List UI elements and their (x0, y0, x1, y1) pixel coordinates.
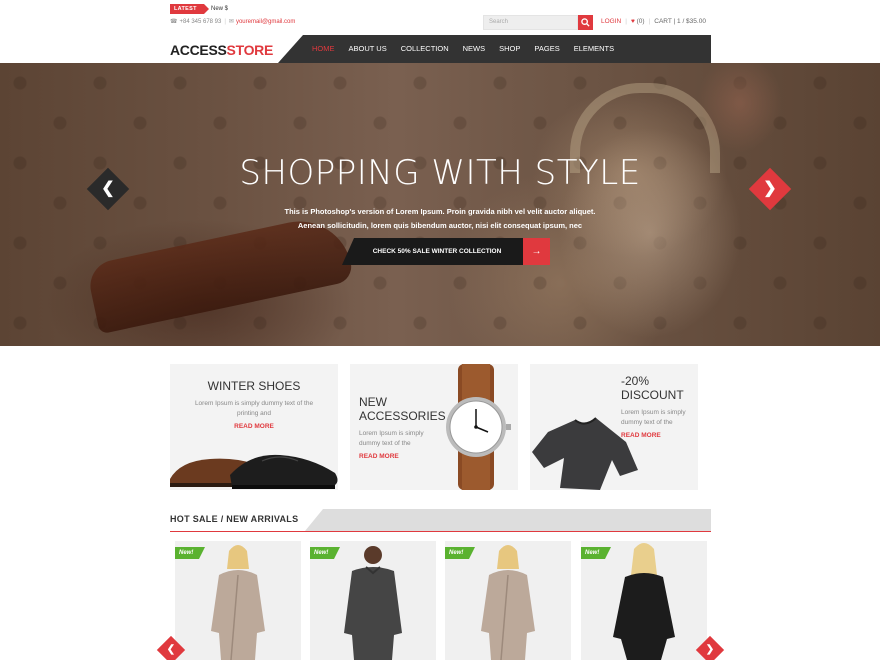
tshirt-image (532, 417, 638, 490)
login-link[interactable]: LOGIN (601, 18, 621, 25)
promo-title: NEW ACCESSORIES (359, 395, 446, 423)
product-image (613, 543, 675, 660)
nav-elements[interactable]: ELEMENTS (574, 35, 614, 63)
promo-winter-shoes[interactable]: WINTER SHOES Lorem Ipsum is simply dummy… (170, 364, 338, 490)
new-badge: New! (445, 547, 475, 559)
nav-shop[interactable]: SHOP (499, 35, 520, 63)
page: LATEST New $ ☎ +84 345 678 93 | ✉ youremail@… (0, 0, 880, 660)
product-card[interactable]: New! (445, 541, 571, 660)
promo-discount[interactable]: -20% DISCOUNT Lorem Ipsum is simply dumm… (530, 364, 698, 490)
carousel-prev-button[interactable]: ❮ (156, 635, 186, 660)
account-links: LOGIN | ♥ (0) | CART | 1 / $35.00 (601, 18, 706, 26)
hero-subtitle-line2: Aenean sollicitudin, lorem quis bibendum… (297, 221, 583, 230)
search-button[interactable] (578, 15, 593, 30)
promo-title: WINTER SHOES (207, 379, 301, 393)
divider: | (648, 18, 651, 25)
product-image (344, 546, 402, 660)
section-title[interactable]: HOT SALE / NEW ARRIVALS (170, 514, 298, 524)
divider: | (625, 18, 627, 25)
product-card[interactable]: New! (581, 541, 707, 660)
logo[interactable]: ACCESSSTORE (170, 41, 273, 59)
divider: | (224, 19, 226, 25)
section-title-background (305, 509, 711, 531)
main-nav: HOME ABOUT US COLLECTION NEWS SHOP PAGES… (312, 35, 628, 63)
new-badge: New! (310, 547, 340, 559)
promo-title-line1: -20% (621, 374, 650, 388)
shoes-image (170, 454, 338, 489)
top-bar: LATEST New $ ☎ +84 345 678 93 | ✉ youremail@… (0, 0, 880, 35)
latest-news-ticker[interactable]: New $ (211, 4, 228, 14)
product-image (211, 545, 265, 660)
read-more-link[interactable]: READ MORE (170, 423, 338, 430)
slider-next-button[interactable]: ❯ (748, 167, 792, 211)
phone-number: +84 345 678 93 (179, 19, 222, 25)
cart-link[interactable]: CART | 1 / $35.00 (654, 18, 706, 25)
product-image (481, 545, 535, 660)
heart-icon[interactable]: ♥ (631, 18, 635, 25)
new-badge: New! (175, 547, 205, 559)
hero-subtitle-line1: This is Photoshop's version of Lorem Ips… (284, 207, 596, 216)
promo-title-line2: ACCESSORIES (359, 409, 446, 423)
product-card[interactable]: New! (175, 541, 301, 660)
chevron-left-icon: ❮ (166, 644, 176, 655)
promo-title-line2: DISCOUNT (621, 388, 684, 402)
read-more-link[interactable]: READ MORE (359, 453, 399, 460)
nav-home[interactable]: HOME (312, 35, 335, 63)
nav-news[interactable]: NEWS (463, 35, 486, 63)
product-card[interactable]: New! (310, 541, 436, 660)
nav-pages[interactable]: PAGES (534, 35, 559, 63)
email-link[interactable]: youremail@gmail.com (236, 19, 295, 25)
hero-title: SHOPPING WITH STYLE (239, 153, 641, 193)
carousel-next-button[interactable]: ❯ (695, 635, 725, 660)
logo-store: STORE (226, 42, 274, 58)
chevron-right-icon: ❯ (705, 644, 715, 655)
wishlist-count[interactable]: (0) (637, 18, 645, 25)
logo-access: ACCESS (170, 42, 227, 58)
slider-prev-button[interactable]: ❮ (86, 167, 130, 211)
nav-collection[interactable]: COLLECTION (401, 35, 449, 63)
chevron-right-icon: ❯ (763, 180, 777, 197)
promo-description: Lorem Ipsum is simply dummy text of the (359, 430, 424, 447)
hot-sale-header: HOT SALE / NEW ARRIVALS (170, 509, 711, 532)
promo-new-accessories[interactable]: NEW ACCESSORIES Lorem Ipsum is simply du… (350, 364, 518, 490)
new-badge: New! (581, 547, 611, 559)
contact-info: ☎ +84 345 678 93 | ✉ youremail@gmail.com (170, 18, 295, 26)
nav-about-us[interactable]: ABOUT US (349, 35, 387, 63)
promo-title: -20% DISCOUNT (621, 374, 684, 402)
hero-slider: SHOPPING WITH STYLE This is Photoshop's … (0, 63, 880, 346)
mail-icon: ✉ (228, 19, 234, 25)
watch-image (446, 364, 511, 490)
phone-icon: ☎ (170, 19, 178, 25)
latest-badge: LATEST (170, 4, 209, 14)
search-icon (581, 18, 590, 27)
promo-description: Lorem Ipsum is simply dummy text of the … (194, 400, 314, 417)
search-input[interactable]: Search (483, 15, 578, 30)
promo-title-line1: NEW (359, 395, 387, 409)
hero-subtitle: This is Photoshop's version of Lorem Ips… (0, 205, 880, 233)
arrow-right-icon[interactable]: → (523, 238, 550, 265)
chevron-left-icon: ❮ (101, 180, 115, 197)
hero-cta-button[interactable]: CHECK 50% SALE WINTER COLLECTION (342, 238, 524, 265)
